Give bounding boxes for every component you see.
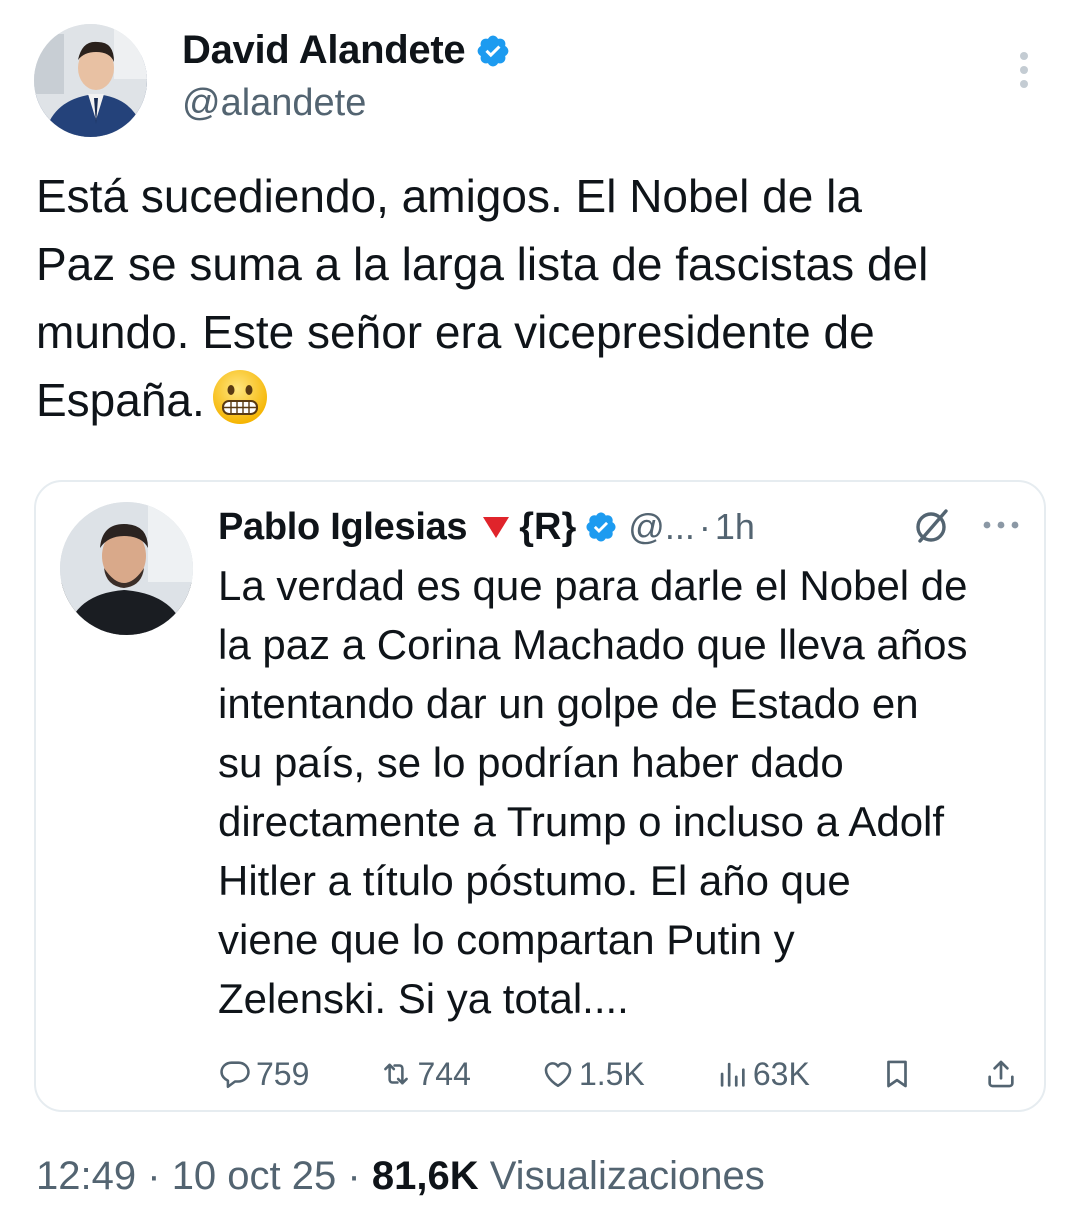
quoted-text-line: viene que lo compartan Putin y — [218, 916, 795, 963]
bookmark-icon — [887, 1060, 907, 1088]
tweet-text-line-last: España. — [36, 366, 1056, 434]
share-button[interactable] — [984, 1057, 1018, 1091]
verified-badge-icon — [477, 35, 509, 66]
action-bar: 759 744 1.5K 63K — [218, 1050, 1018, 1098]
repost-icon — [384, 1063, 409, 1085]
post-date[interactable]: 10 oct 25 — [172, 1154, 337, 1198]
like-button[interactable]: 1.5K — [541, 1056, 645, 1093]
separator-dot: · — [698, 506, 711, 547]
red-triangle-icon — [483, 517, 510, 538]
views-label: Visualizaciones — [489, 1154, 765, 1198]
post-time[interactable]: 12:49 — [36, 1154, 136, 1198]
bookmark-button[interactable] — [880, 1057, 914, 1091]
grimacing-face-icon — [212, 370, 267, 424]
quoted-text-line: directamente a Trump o incluso a Adolf — [218, 798, 945, 845]
reply-icon — [220, 1061, 250, 1089]
tweet: David Alandete @alandete Está sucediendo… — [0, 0, 1080, 1218]
total-views-count: 81,6K — [371, 1154, 479, 1198]
author-avatar[interactable] — [34, 24, 147, 137]
quoted-tweet-time[interactable]: 1h — [715, 506, 755, 548]
author-handle[interactable]: @alandete — [182, 82, 366, 125]
tweet-text-end: España. — [36, 374, 205, 426]
tweet-text: Está sucediendo, amigos. El Nobel de la … — [36, 162, 1056, 434]
quoted-text-line: la paz a Corina Machado que lleva años — [218, 621, 968, 668]
quoted-text-line: intentando dar un golpe de Estado en — [218, 680, 919, 727]
quoted-text-line: su país, se lo podrían haber dado — [218, 739, 844, 786]
tweet-text-line: Está sucediendo, amigos. El Nobel de la — [36, 170, 862, 222]
author-name[interactable]: David Alandete — [182, 28, 511, 73]
more-horizontal-icon[interactable] — [980, 518, 1022, 532]
repost-count: 744 — [417, 1055, 471, 1092]
quoted-tweet-header: Pablo Iglesias {R} @... · 1h — [218, 502, 755, 552]
quoted-text-line: Zelenski. Si ya total.... — [218, 975, 629, 1022]
views-count: 63K — [752, 1055, 810, 1092]
quoted-text-line: Hitler a título póstumo. El año que — [218, 857, 851, 904]
tweet-text-line: mundo. Este señor era vicepresidente de — [36, 306, 875, 358]
reply-count: 759 — [256, 1055, 310, 1092]
quoted-author-avatar[interactable] — [60, 502, 193, 635]
views-icon — [720, 1062, 745, 1087]
quoted-tweet-text: La verdad es que para darle el Nobel de … — [218, 556, 1038, 1028]
reply-button[interactable]: 759 — [218, 1056, 309, 1093]
quoted-text-line: La verdad es que para darle el Nobel de — [218, 562, 968, 609]
tweet-meta-footer: 12:49 · 10 oct 25 · 81,6K Visualizacione… — [36, 1154, 765, 1199]
share-icon — [988, 1060, 1014, 1088]
tweet-text-line: Paz se suma a la larga lista de fascista… — [36, 238, 929, 290]
separator-dot: · — [347, 1154, 361, 1198]
grok-icon[interactable] — [912, 506, 952, 546]
like-count: 1.5K — [578, 1055, 645, 1092]
quoted-author-handle[interactable]: @... — [628, 506, 695, 548]
quoted-author-name[interactable]: Pablo Iglesias — [218, 506, 468, 549]
verified-badge-icon — [586, 512, 616, 542]
separator-dot: · — [147, 1154, 161, 1198]
more-vertical-icon[interactable] — [1012, 50, 1036, 90]
views-button[interactable]: 63K — [715, 1056, 810, 1093]
heart-icon — [544, 1062, 572, 1088]
quoted-tweet-card[interactable]: Pablo Iglesias {R} @... · 1h La verdad e… — [34, 480, 1046, 1112]
author-name-text[interactable]: David Alandete — [182, 28, 466, 73]
quoted-author-name-suffix: {R} — [519, 505, 577, 548]
repost-button[interactable]: 744 — [379, 1055, 471, 1093]
